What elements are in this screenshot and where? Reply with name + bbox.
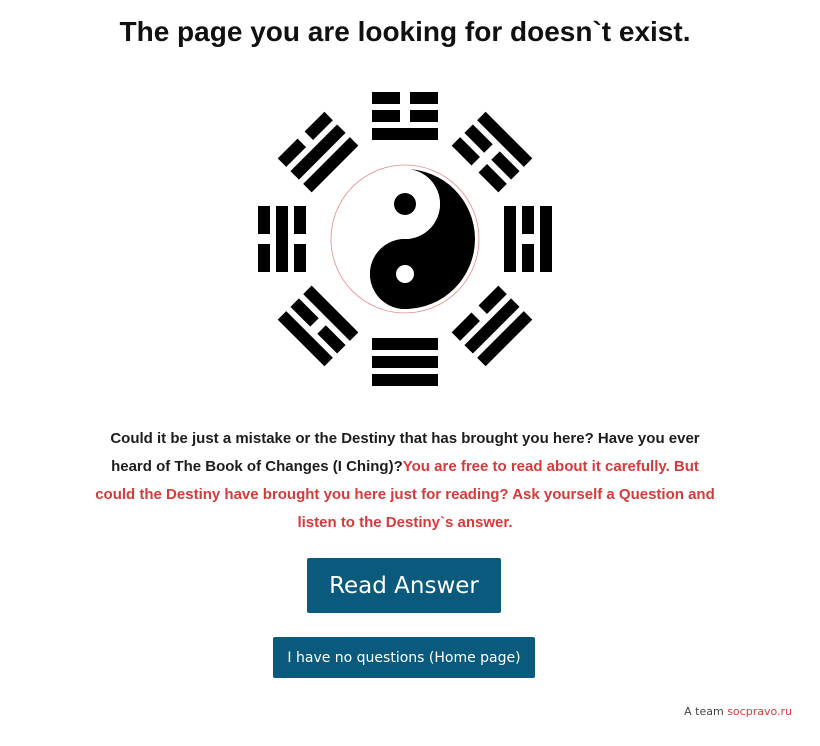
destiny-message: Could it be just a mistake or the Destin… xyxy=(90,425,720,537)
trigram-right xyxy=(504,206,552,272)
trigram-top xyxy=(372,92,438,140)
yin-yang-icon xyxy=(330,164,480,314)
trigram-bottom xyxy=(372,338,438,386)
trigram-top-right xyxy=(451,111,533,193)
footer-credit: A team socpravo.ru xyxy=(684,705,792,718)
trigram-bottom-left xyxy=(277,285,359,367)
bagua-yin-yang-icon xyxy=(258,92,552,386)
home-page-button[interactable]: I have no questions (Home page) xyxy=(273,637,535,678)
trigram-left xyxy=(258,206,306,272)
trigram-top-left xyxy=(277,111,359,193)
page-title: The page you are looking for doesn`t exi… xyxy=(119,16,691,47)
trigram-bottom-right xyxy=(451,285,533,367)
footer-link[interactable]: socpravo.ru xyxy=(727,705,792,718)
read-answer-button[interactable]: Read Answer xyxy=(307,558,501,613)
footer-prefix: A team xyxy=(684,705,728,718)
